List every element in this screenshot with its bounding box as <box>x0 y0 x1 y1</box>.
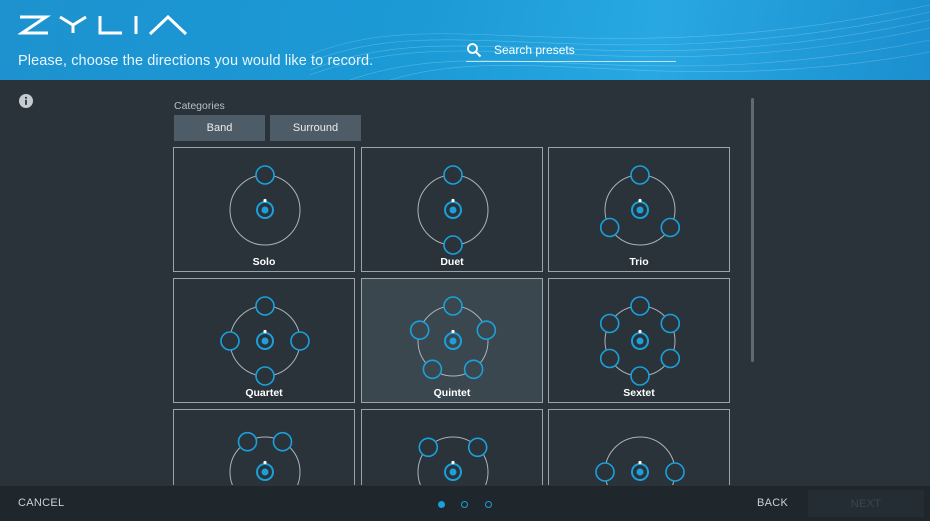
microphone-orientation-dot <box>638 460 642 465</box>
search-field[interactable] <box>466 40 676 62</box>
mic-direction-diagram <box>599 165 681 246</box>
microphone-center-dot <box>261 206 269 214</box>
source-direction-marker[interactable] <box>290 331 310 351</box>
preset-tile[interactable]: Quartet <box>173 278 355 403</box>
microphone-orientation-dot <box>451 460 455 465</box>
header-bar: Please, choose the directions you would … <box>0 0 930 80</box>
page-dot-3 <box>485 501 492 508</box>
zylia-logo <box>18 14 188 36</box>
source-direction-marker[interactable] <box>443 165 463 185</box>
source-direction-marker[interactable] <box>422 359 443 380</box>
microphone-center-dot <box>261 468 269 476</box>
preset-label: Duet <box>440 256 464 268</box>
microphone-orientation-dot <box>263 198 267 203</box>
preset-label: Quartet <box>245 387 283 399</box>
search-input[interactable] <box>494 41 669 59</box>
next-button[interactable]: NEXT <box>808 490 924 517</box>
page-subtitle: Please, choose the directions you would … <box>18 53 374 69</box>
search-icon[interactable] <box>466 42 482 58</box>
source-direction-marker[interactable] <box>630 366 650 386</box>
source-direction-marker[interactable] <box>272 431 293 452</box>
microphone-center-dot <box>636 206 644 214</box>
microphone-center-dot <box>636 337 644 345</box>
preset-tile[interactable] <box>548 409 730 485</box>
source-direction-marker[interactable] <box>467 437 488 458</box>
source-direction-marker[interactable] <box>255 366 275 386</box>
preset-label: Trio <box>629 256 649 268</box>
mic-direction-diagram <box>417 165 489 255</box>
source-direction-marker[interactable] <box>665 462 685 482</box>
source-direction-marker[interactable] <box>599 348 620 369</box>
microphone-orientation-dot <box>451 329 455 334</box>
mic-direction-diagram <box>599 296 681 386</box>
mic-direction-diagram <box>229 431 301 485</box>
microphone-center-dot <box>449 337 457 345</box>
source-direction-marker[interactable] <box>443 296 463 316</box>
microphone-orientation-dot <box>263 460 267 465</box>
source-direction-marker[interactable] <box>660 313 681 334</box>
microphone-center-dot <box>636 468 644 476</box>
page-dot-2 <box>461 501 468 508</box>
source-direction-marker[interactable] <box>630 296 650 316</box>
preset-tile[interactable] <box>173 409 355 485</box>
source-direction-marker[interactable] <box>660 348 681 369</box>
back-button[interactable]: BACK <box>757 497 788 509</box>
source-direction-marker[interactable] <box>443 235 463 255</box>
microphone-orientation-dot <box>263 329 267 334</box>
page-dot-1 <box>438 501 445 508</box>
microphone-center-dot <box>449 468 457 476</box>
preset-tile[interactable]: Sextet <box>548 278 730 403</box>
source-direction-marker[interactable] <box>660 217 681 238</box>
scrollbar[interactable] <box>751 98 754 362</box>
mic-direction-diagram <box>229 165 301 246</box>
source-direction-marker[interactable] <box>599 313 620 334</box>
source-direction-marker[interactable] <box>409 320 430 341</box>
info-icon[interactable] <box>19 94 33 108</box>
mic-direction-diagram <box>220 296 310 386</box>
source-direction-marker[interactable] <box>237 431 258 452</box>
preset-label: Quintet <box>433 387 471 399</box>
cancel-button[interactable]: CANCEL <box>18 497 64 509</box>
preset-tile[interactable]: Quintet <box>361 278 543 403</box>
microphone-center-dot <box>449 206 457 214</box>
preset-tile[interactable]: Solo <box>173 147 355 272</box>
source-direction-marker[interactable] <box>476 320 497 341</box>
source-direction-marker[interactable] <box>220 331 240 351</box>
microphone-center-dot <box>261 337 269 345</box>
microphone-orientation-dot <box>451 198 455 203</box>
preset-label: Solo <box>252 256 276 268</box>
mic-direction-diagram <box>417 436 489 485</box>
preset-tile[interactable]: Trio <box>548 147 730 272</box>
preset-label: Sextet <box>623 387 655 399</box>
source-direction-marker[interactable] <box>418 437 439 458</box>
microphone-orientation-dot <box>638 329 642 334</box>
preset-grid: Solo Duet Trio Quartet Quintet Sextet <box>173 147 733 485</box>
category-surround-button[interactable]: Surround <box>270 115 361 141</box>
categories-label: Categories <box>174 100 225 112</box>
source-direction-marker[interactable] <box>599 217 620 238</box>
category-band-button[interactable]: Band <box>174 115 265 141</box>
source-direction-marker[interactable] <box>595 462 615 482</box>
microphone-orientation-dot <box>638 198 642 203</box>
mic-direction-diagram <box>409 296 497 380</box>
mic-direction-diagram <box>595 436 685 485</box>
preset-tile[interactable] <box>361 409 543 485</box>
source-direction-marker[interactable] <box>630 165 650 185</box>
preset-tile[interactable]: Duet <box>361 147 543 272</box>
source-direction-marker[interactable] <box>255 296 275 316</box>
source-direction-marker[interactable] <box>255 165 275 185</box>
source-direction-marker[interactable] <box>463 359 484 380</box>
